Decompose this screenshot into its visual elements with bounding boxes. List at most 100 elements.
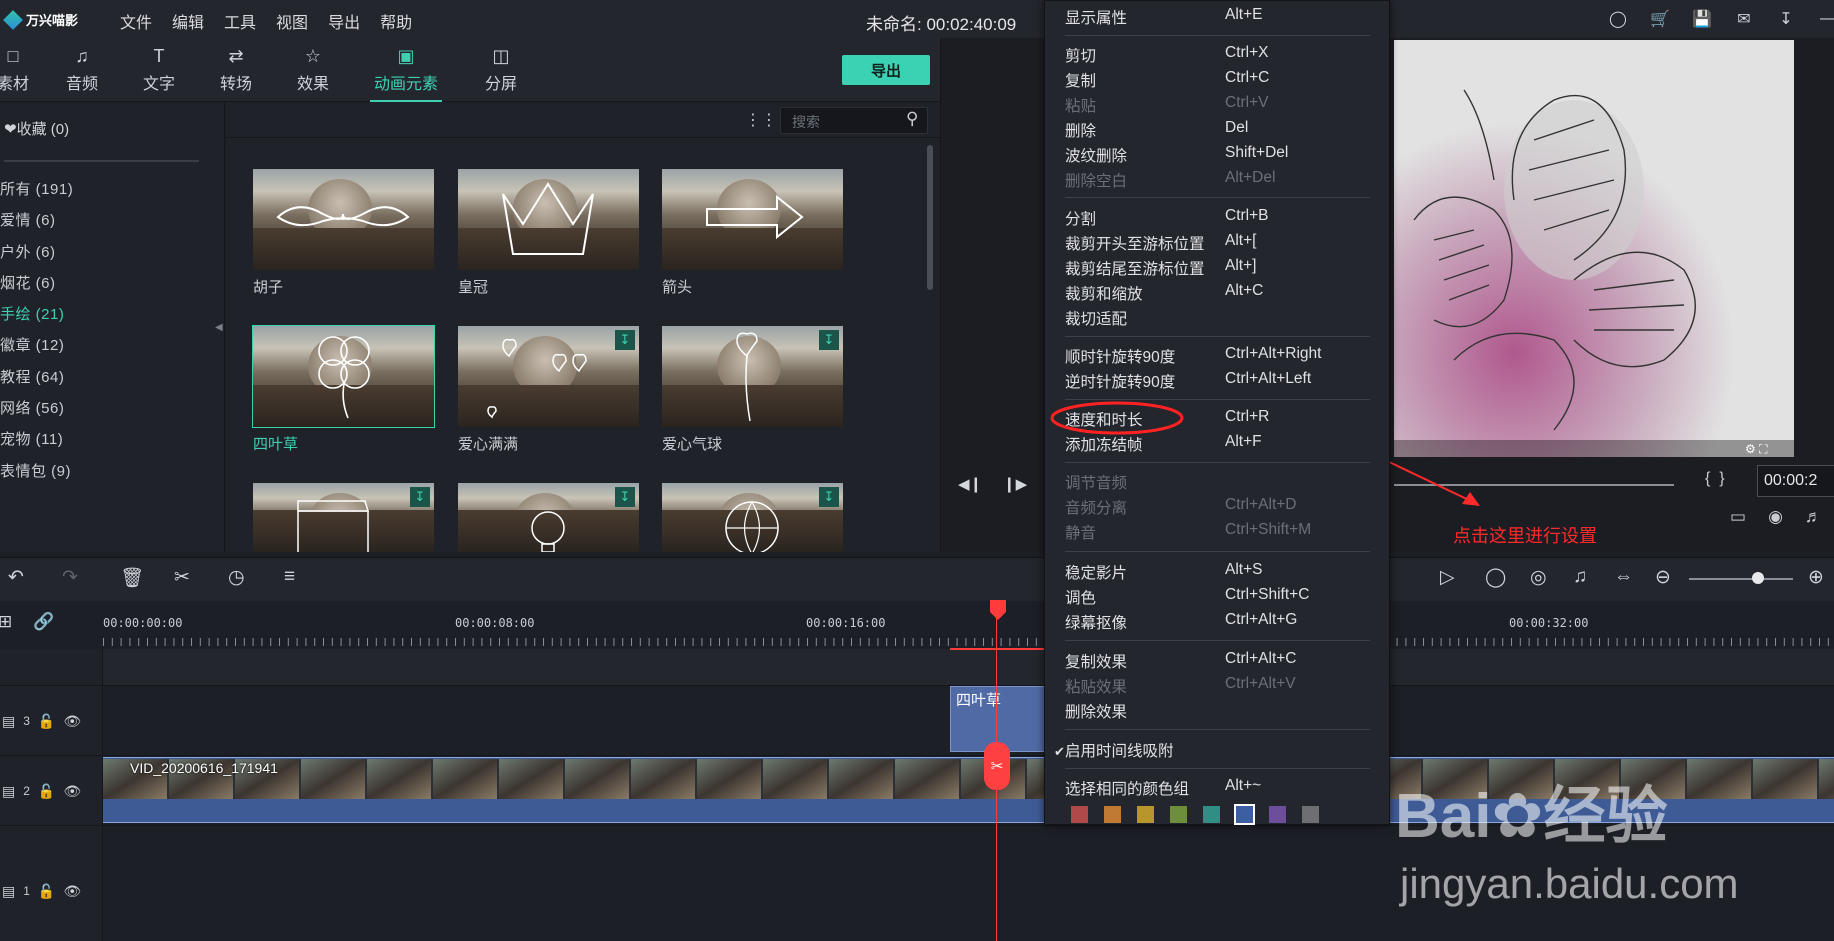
color-swatch[interactable]	[1269, 806, 1286, 823]
menu-view[interactable]: 视图	[276, 9, 308, 33]
color-swatch[interactable]	[1137, 806, 1154, 823]
color-swatch[interactable]	[1302, 806, 1319, 823]
snapshot-icon[interactable]: ◉	[1768, 507, 1783, 527]
fit-icon[interactable]: ⇔	[1614, 566, 1633, 588]
mic-icon[interactable]: ◎	[1530, 566, 1547, 589]
playhead-handle[interactable]	[988, 600, 1008, 622]
thumb-heart-balloon[interactable]: ↧	[662, 326, 843, 427]
menu-item-chroma-key[interactable]: 绿幕抠像 Ctrl+Alt+G	[1065, 611, 1375, 635]
color-swatch[interactable]	[1203, 806, 1220, 823]
user-icon[interactable]: ◯	[1607, 8, 1629, 30]
menu-item-copy[interactable]: 复制 Ctrl+C	[1065, 69, 1375, 93]
mark-in-out-icon[interactable]: { }	[1705, 470, 1725, 488]
zoom-in-icon[interactable]: ⊕	[1808, 566, 1824, 589]
download-icon[interactable]: ↧	[1775, 8, 1797, 30]
thumb-four-leaf-clover[interactable]	[252, 325, 435, 428]
search-icon[interactable]: ⚲	[906, 109, 918, 129]
sidebar-item-love[interactable]: 爱情 (6)	[0, 209, 73, 240]
delete-icon[interactable]: 🗑	[120, 566, 144, 590]
download-icon[interactable]: ↧	[615, 330, 635, 350]
menu-item-select-color-group[interactable]: 选择相同的颜色组 Alt+~	[1065, 777, 1375, 801]
menu-item-delete-effects[interactable]: 删除效果	[1065, 700, 1375, 724]
sidebar-item-network[interactable]: 网络 (56)	[0, 397, 73, 428]
thumb-arrow[interactable]	[662, 169, 843, 270]
menu-item-delete[interactable]: 删除 Del	[1065, 119, 1375, 143]
menu-edit[interactable]: 编辑	[172, 9, 204, 33]
display-settings-icon[interactable]: ▭	[1730, 507, 1746, 527]
menu-export[interactable]: 导出	[328, 9, 360, 33]
grid-scrollbar[interactable]	[927, 145, 933, 290]
favorites-item[interactable]: ❤收藏 (0)	[4, 118, 69, 139]
zoom-slider[interactable]	[1689, 578, 1793, 580]
tab-transition[interactable]: ⇄ 转场	[201, 46, 271, 94]
split-marker-icon[interactable]: ✂	[984, 742, 1010, 790]
save-icon[interactable]: 💾	[1691, 8, 1713, 30]
tab-text[interactable]: T 文字	[124, 46, 194, 94]
audio-mixer-icon[interactable]: ♫	[1573, 566, 1587, 588]
sidebar-item-fireworks[interactable]: 烟花 (6)	[0, 272, 73, 303]
menu-item-color[interactable]: 调色 Ctrl+Shift+C	[1065, 586, 1375, 610]
cut-icon[interactable]: ✂	[174, 566, 190, 589]
color-swatch[interactable]	[1104, 806, 1121, 823]
menu-item-rotate-ccw[interactable]: 逆时针旋转90度 Ctrl+Alt+Left	[1065, 370, 1375, 394]
sidebar-item-hand-drawn[interactable]: 手绘 (21)	[0, 303, 73, 334]
lock-icon[interactable]: 🔓	[38, 783, 55, 800]
menu-item-stabilize[interactable]: 稳定影片 Alt+S	[1065, 561, 1375, 585]
sidebar-item-tutorial[interactable]: 教程 (64)	[0, 366, 73, 397]
download-icon[interactable]: ↧	[819, 487, 839, 507]
settings-icon[interactable]: ⚙ ⛶	[1745, 442, 1768, 457]
prev-frame-icon[interactable]: ◀❙	[958, 475, 982, 493]
sidebar-item-badge[interactable]: 徽章 (12)	[0, 334, 73, 365]
download-icon[interactable]: ↧	[410, 487, 430, 507]
next-frame-icon[interactable]: ❙▶	[1003, 475, 1027, 493]
menu-item-trim-end[interactable]: 裁剪结尾至游标位置 Alt+]	[1065, 257, 1375, 281]
thumb-mustache[interactable]	[253, 169, 434, 270]
tab-effects[interactable]: ☆ 效果	[278, 46, 348, 94]
menu-help[interactable]: 帮助	[380, 9, 412, 33]
color-swatch[interactable]	[1071, 806, 1088, 823]
tab-animation-elements[interactable]: ▣ 动画元素	[368, 46, 444, 102]
sidebar-item-outdoor[interactable]: 户外 (6)	[0, 241, 73, 272]
eye-icon[interactable]: 👁	[63, 783, 81, 800]
sidebar-item-emoji[interactable]: 表情包 (9)	[0, 460, 73, 491]
thumb-globe[interactable]: ↧	[662, 483, 843, 552]
tab-split-screen[interactable]: ◫ 分屏	[466, 46, 536, 94]
download-icon[interactable]: ↧	[615, 487, 635, 507]
thumb-clapper[interactable]: ↧	[253, 483, 434, 552]
undo-icon[interactable]: ↶	[8, 566, 24, 589]
link-icon[interactable]: 🔗	[33, 612, 54, 632]
menu-item-crop-fit[interactable]: 裁切适配	[1065, 307, 1375, 331]
zoom-out-icon[interactable]: ⊖	[1655, 566, 1671, 589]
mail-icon[interactable]: ✉	[1733, 8, 1755, 30]
menu-item-crop-zoom[interactable]: 裁剪和缩放 Alt+C	[1065, 282, 1375, 306]
thumb-lightbulb[interactable]: ↧	[458, 483, 639, 552]
color-swatch[interactable]	[1234, 804, 1255, 825]
adjust-icon[interactable]: ≡	[284, 566, 295, 588]
menu-item-show-properties[interactable]: 显示属性 Alt+E	[1065, 6, 1375, 30]
menu-item-cut[interactable]: 剪切 Ctrl+X	[1065, 44, 1375, 68]
thumb-hearts[interactable]: ↧	[458, 326, 639, 427]
lock-icon[interactable]: 🔓	[38, 713, 55, 730]
menu-item-trim-start[interactable]: 裁剪开头至游标位置 Alt+[	[1065, 232, 1375, 256]
menu-item-freeze-frame[interactable]: 添加冻结帧 Alt+F	[1065, 433, 1375, 457]
color-swatch[interactable]	[1170, 806, 1187, 823]
menu-tools[interactable]: 工具	[224, 9, 256, 33]
volume-icon[interactable]: ♬	[1805, 507, 1822, 527]
marker-icon[interactable]: ◯	[1485, 566, 1506, 589]
collapse-arrow-icon[interactable]: ◀	[215, 322, 223, 333]
tab-media[interactable]: □ 素材	[0, 46, 48, 94]
export-button[interactable]: 导出	[842, 55, 930, 85]
menu-item-snap[interactable]: 启用时间线吸附	[1065, 739, 1375, 763]
render-icon[interactable]: ▷	[1440, 566, 1455, 589]
minimize-icon[interactable]: —	[1817, 8, 1834, 30]
tab-audio[interactable]: ♫ 音频	[47, 46, 117, 94]
add-track-icon[interactable]: ⊞	[0, 612, 12, 632]
sidebar-item-all[interactable]: 所有 (191)	[0, 178, 73, 209]
sidebar-item-pets[interactable]: 宠物 (11)	[0, 428, 73, 459]
redo-icon[interactable]: ↷	[62, 566, 78, 589]
eye-icon[interactable]: 👁	[63, 713, 81, 730]
download-icon[interactable]: ↧	[819, 330, 839, 350]
eye-icon[interactable]: 👁	[63, 883, 81, 900]
lock-icon[interactable]: 🔓	[38, 883, 55, 900]
zoom-slider-handle[interactable]	[1752, 572, 1764, 584]
